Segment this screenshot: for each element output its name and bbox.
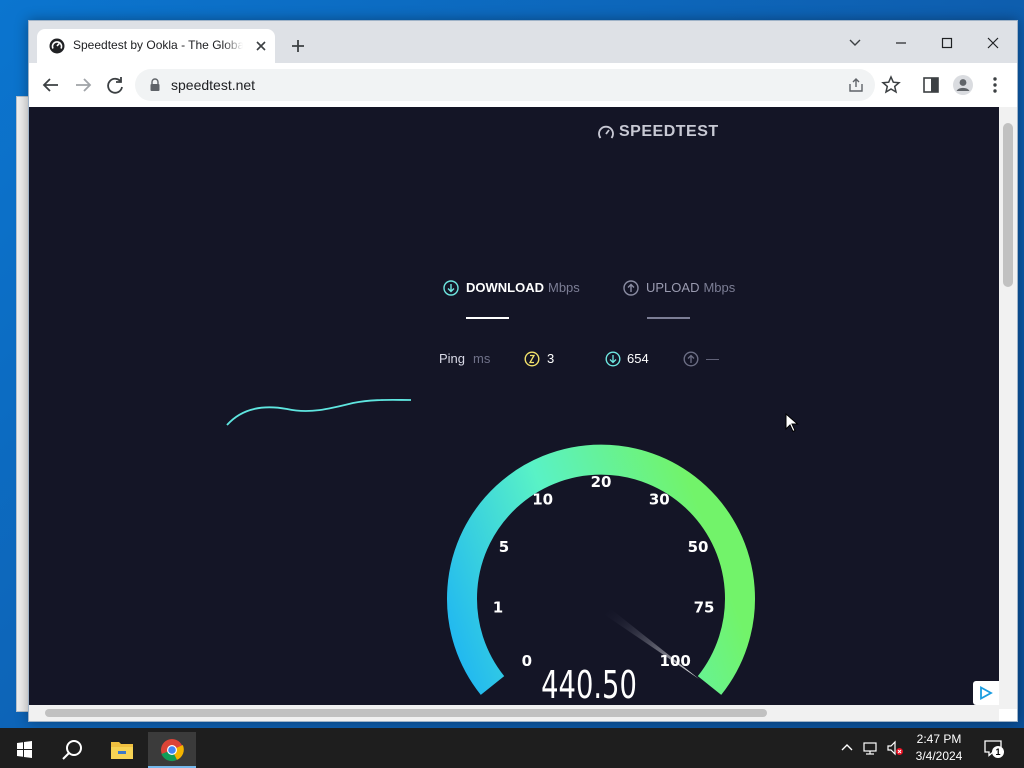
ping-icon [524,351,540,367]
side-panel-icon[interactable] [919,73,943,97]
chrome-taskbar-button[interactable] [148,732,196,768]
vertical-scrollbar[interactable] [999,107,1017,709]
close-window-icon[interactable] [975,29,1011,57]
gauge-label-50: 50 [688,538,709,556]
vertical-scroll-thumb[interactable] [1003,123,1013,287]
tab-strip: Speedtest by Ookla - The Global Broadban… [29,21,1017,63]
mouse-cursor-icon [785,413,799,433]
browser-window: Speedtest by Ookla - The Global Broadban… [28,20,1018,722]
share-icon[interactable] [847,76,865,94]
gauge-label-10: 10 [532,491,553,509]
menu-kebab-icon[interactable] [983,73,1007,97]
download-latency-value: 654 [627,351,649,366]
download-underline [466,317,509,319]
ping-value: 3 [547,351,555,366]
system-clock[interactable]: 2:47 PM 3/4/2024 [904,731,974,765]
download-unit: Mbps [548,280,580,295]
speedtest-logo[interactable]: SPEEDTEST [597,121,737,143]
gauge-label-75: 75 [694,599,715,617]
back-arrow-icon[interactable] [39,73,63,97]
tray-expand-icon[interactable] [837,738,857,758]
lock-icon[interactable] [149,78,161,92]
tab-title: Speedtest by Ookla - The Global Broadban… [73,38,243,52]
gauge-label-20: 20 [591,473,612,491]
download-latency-icon [605,351,621,367]
gauge-label-5: 5 [499,538,509,556]
gauge-label-30: 30 [649,491,670,509]
taskbar: 2:47 PM 3/4/2024 1 [0,728,1024,768]
network-icon[interactable] [861,738,881,758]
bookmark-star-icon[interactable] [879,73,903,97]
new-tab-icon[interactable] [287,35,309,57]
gauge-label-100: 100 [660,652,691,670]
browser-toolbar: speedtest.net [29,63,1017,108]
upload-underline [647,317,690,319]
search-icon[interactable] [48,732,96,768]
windows-start-icon[interactable] [0,732,48,768]
speedtest-gauge-icon [598,125,614,139]
gauge-arc [447,444,755,695]
ping-label: Ping [439,351,466,366]
upload-arrow-icon [623,280,639,296]
brand-name: SPEEDTEST [619,123,719,140]
ad-choices-badge[interactable] [973,681,999,705]
upload-label: UPLOAD [646,280,700,295]
download-label: DOWNLOAD [466,280,544,295]
tab-speedtest[interactable]: Speedtest by Ookla - The Global Broadban… [37,29,275,63]
file-explorer-icon[interactable] [98,732,146,768]
ping-row: Ping ms 3 654 — [29,351,999,371]
gauge-label-1: 1 [493,599,503,617]
close-tab-icon[interactable] [253,38,269,54]
volume-muted-icon[interactable] [885,738,905,758]
chrome-icon [161,739,184,762]
address-bar[interactable]: speedtest.net [135,69,875,101]
profile-avatar-icon[interactable] [951,73,975,97]
upload-unit: Mbps [703,280,736,295]
speedtest-page: SPEEDTEST DOWNLOADMbps UPLOADMbps Ping [29,107,999,709]
tab-search-icon[interactable] [837,29,873,57]
reload-icon[interactable] [103,73,127,97]
speed-value: 440.50 [541,663,637,707]
notification-center-button[interactable]: 1 [982,737,1004,759]
horizontal-scrollbar[interactable] [29,705,999,721]
clock-time: 2:47 PM [916,732,962,746]
download-arrow-icon [443,280,459,296]
ad-choices-icon [980,686,993,700]
forward-arrow-icon[interactable] [71,73,95,97]
speed-graph-line [226,398,412,426]
upload-latency-icon [683,351,699,367]
url-text[interactable]: speedtest.net [171,77,255,93]
upload-latency-value: — [706,351,719,366]
minimize-icon[interactable] [883,29,919,57]
maximize-icon[interactable] [929,29,965,57]
notification-count: 1 [992,746,1004,758]
horizontal-scroll-thumb[interactable] [45,709,767,717]
speedtest-icon [49,38,65,54]
clock-date: 3/4/2024 [915,749,963,763]
ping-unit: ms [473,351,491,366]
